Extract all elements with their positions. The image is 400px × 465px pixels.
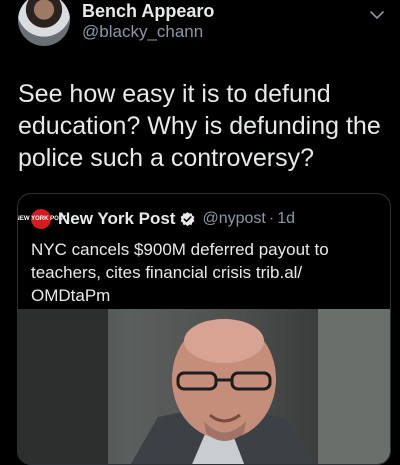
author-handle[interactable]: @blacky_chann xyxy=(82,22,203,42)
avatar[interactable] xyxy=(18,0,70,46)
quoted-author-name: New York Post xyxy=(58,209,176,228)
chevron-down-icon[interactable] xyxy=(368,6,386,24)
quoted-author-handle: @nypost xyxy=(202,210,266,227)
photo-illustration xyxy=(18,309,390,464)
quoted-tweet-header: NEW YORK POST New York Post @nypost · 1d xyxy=(18,207,295,231)
quoted-tweet-text: NYC cancels $900M deferred payout to tea… xyxy=(31,240,329,305)
quoted-tweet-photo[interactable] xyxy=(18,309,390,464)
tweet-header: Bench Appearo @blacky_chann xyxy=(0,0,400,56)
tweet-text: See how easy it is to defund education? … xyxy=(18,80,381,172)
nypost-logo: NEW YORK POST xyxy=(18,209,66,229)
quoted-timestamp: 1d xyxy=(277,210,295,227)
quoted-tweet[interactable]: NEW YORK POST New York Post @nypost · 1d… xyxy=(17,193,391,465)
verified-badge-icon xyxy=(181,211,195,226)
author-display-name[interactable]: Bench Appearo xyxy=(82,1,214,22)
meta-separator: · xyxy=(268,210,275,227)
